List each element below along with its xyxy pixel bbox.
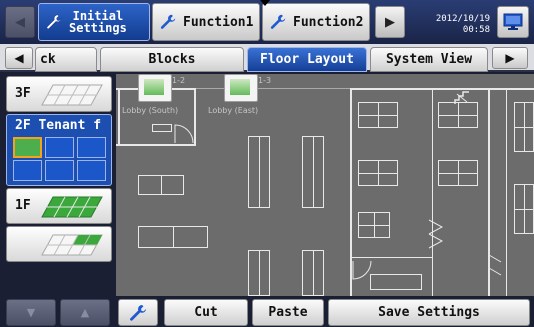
wrench-icon <box>46 14 62 30</box>
window-grid <box>514 102 534 152</box>
ac-unit-icon <box>144 79 164 95</box>
floor-layout-canvas[interactable]: 1-2 Lobby (South) 1-3 Lobby (East) <box>116 74 534 296</box>
window-grid <box>438 102 478 128</box>
floor-item-basement[interactable] <box>6 226 112 262</box>
window-grid <box>152 124 172 132</box>
door-icon <box>352 260 372 280</box>
floor-name: 3F <box>15 86 31 101</box>
floor-grid-cell[interactable] <box>77 160 106 181</box>
floor-plan-icon <box>41 196 103 218</box>
ac-unit-label: Lobby (South) <box>122 106 179 115</box>
save-settings-button-label: Save Settings <box>378 305 480 320</box>
wall <box>352 257 432 258</box>
floor-item-1f[interactable]: 1F <box>6 188 112 224</box>
floor-scroll-down-button[interactable]: ▼ <box>6 299 56 326</box>
tab-blocks[interactable]: Blocks <box>100 47 244 72</box>
paste-button[interactable]: Paste <box>252 299 324 326</box>
tab-function2[interactable]: Function2 <box>262 3 370 41</box>
tab-initial-settings[interactable]: Initial Settings <box>38 3 150 41</box>
floor-item-3f[interactable]: 3F <box>6 76 112 112</box>
wall <box>506 88 507 296</box>
top-bar: ◀ Initial Settings Function1 Function2 ▶… <box>0 0 534 44</box>
top-prev-button[interactable]: ◀ <box>5 6 35 38</box>
sub-tab-next-button[interactable]: ▶ <box>492 47 528 69</box>
window-grid <box>302 250 324 296</box>
floor-grid-cell-selected[interactable] <box>13 137 42 158</box>
clock-date: 2012/10/19 <box>435 14 490 24</box>
monitor-icon <box>503 13 523 30</box>
tab-system-view[interactable]: System View <box>370 47 488 72</box>
tab-partial[interactable]: ck <box>35 47 97 72</box>
window-grid <box>248 136 270 208</box>
tab-partial-label: ck <box>40 52 56 67</box>
wall <box>194 88 196 146</box>
floor-list: 3F 2F Tenant f 1F <box>6 76 112 292</box>
active-tab-marker-icon <box>260 0 270 6</box>
door-icon <box>428 219 444 249</box>
floor-name: 1F <box>15 198 31 213</box>
sub-tab-prev-button[interactable]: ◀ <box>5 47 33 69</box>
wall <box>116 144 196 146</box>
tab-initial-settings-label: Initial Settings <box>69 10 127 34</box>
tab-blocks-label: Blocks <box>148 52 196 67</box>
monitor-button[interactable] <box>497 6 529 38</box>
window-grid <box>370 274 422 290</box>
ac-unit-lobby-east[interactable] <box>224 74 258 102</box>
wall <box>432 88 433 296</box>
tools-button[interactable] <box>118 299 158 326</box>
floor-grid-cell[interactable] <box>13 160 42 181</box>
clock: 2012/10/19 00:58 <box>408 14 490 36</box>
wrench-icon <box>130 304 146 321</box>
floor-scroll-up-button[interactable]: ▲ <box>60 299 110 326</box>
tab-function2-label: Function2 <box>293 14 364 30</box>
paste-button-label: Paste <box>268 305 308 320</box>
save-settings-button[interactable]: Save Settings <box>328 299 530 326</box>
window-grid <box>514 184 534 234</box>
tab-function1-label: Function1 <box>183 14 254 30</box>
floor-grid-cell[interactable] <box>45 160 74 181</box>
ac-unit-icon <box>230 79 250 95</box>
ac-unit-id: 1-3 <box>258 76 272 85</box>
tab-floor-layout-label: Floor Layout <box>260 52 354 67</box>
window-grid <box>358 160 398 186</box>
floor-grid-cell[interactable] <box>77 137 106 158</box>
floor-grid-cell[interactable] <box>45 137 74 158</box>
window-grid <box>302 136 324 208</box>
cut-button[interactable]: Cut <box>164 299 248 326</box>
floor-item-2f[interactable]: 2F Tenant f <box>6 114 112 186</box>
wall <box>196 88 350 89</box>
tab-function1[interactable]: Function1 <box>152 3 260 41</box>
window-grid <box>358 102 398 128</box>
clock-time: 00:58 <box>462 25 490 35</box>
sub-tab-row: ◀ ck Blocks Floor Layout System View ▶ <box>0 44 534 72</box>
wall <box>118 88 120 146</box>
window-grid <box>358 212 390 238</box>
tab-label-line2: Settings <box>69 21 127 35</box>
floor-plan-icon <box>41 234 103 256</box>
tab-system-view-label: System View <box>385 52 473 67</box>
wrench-icon <box>160 14 176 29</box>
floor-name: 2F Tenant f <box>15 118 102 133</box>
window-grid <box>248 250 270 296</box>
door-icon <box>488 254 502 276</box>
bottom-bar: ▼ ▲ Cut Paste Save Settings <box>0 296 534 327</box>
window-grid <box>438 160 478 186</box>
ac-unit-label: Lobby (East) <box>208 106 259 115</box>
window-grid <box>138 175 184 195</box>
tab-floor-layout[interactable]: Floor Layout <box>247 47 367 72</box>
ac-unit-id: 1-2 <box>172 76 186 85</box>
top-next-button[interactable]: ▶ <box>375 6 405 38</box>
floor-plan-icon <box>41 84 103 106</box>
ac-unit-lobby-south[interactable] <box>138 74 172 102</box>
door-icon <box>174 124 194 144</box>
cut-button-label: Cut <box>194 305 218 320</box>
window-grid <box>138 226 208 248</box>
wrench-icon <box>270 14 286 29</box>
